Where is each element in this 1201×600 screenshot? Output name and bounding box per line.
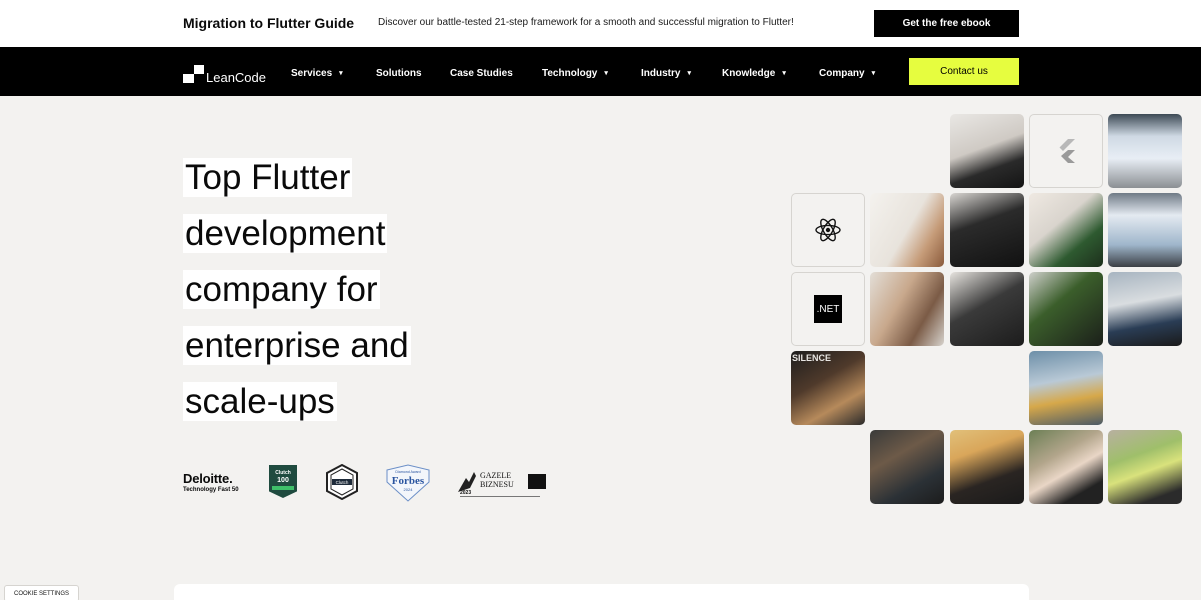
logo-text: LeanCode [206,70,266,85]
team-photo-tile [950,193,1024,267]
team-photo-tile [1108,430,1182,504]
promo-bar: Migration to Flutter Guide Discover our … [0,0,1201,47]
flutter-logo-icon [1059,139,1075,163]
react-logo-icon [815,218,841,242]
screen-photo-tile [1108,193,1182,267]
gazele-biznesu-logo: GAZELE BIZNESU 2023 [458,471,546,497]
screen-photo-tile [1108,114,1182,188]
svg-text:GAZELE: GAZELE [480,471,511,480]
nav-item-industry[interactable]: Industry ▾ [641,68,691,79]
event-photo-tile [1108,272,1182,346]
clutch-100-badge: Clutch 100 [269,465,297,498]
hero-title: Top Flutter development company for ente… [183,158,411,421]
nav-item-company[interactable]: Company ▾ [819,68,875,79]
nav-item-solutions[interactable]: Solutions [376,68,422,79]
cookie-settings-button[interactable]: COOKIE SETTINGS [4,585,79,600]
nav-item-technology[interactable]: Technology ▾ [542,68,608,79]
dotnet-tile: .NET [791,272,865,346]
team-photo-tile [950,114,1024,188]
chevron-down-icon: ▾ [604,69,608,77]
get-ebook-button[interactable]: Get the free ebook [874,10,1019,37]
team-photo-tile [870,430,944,504]
chevron-down-icon: ▾ [782,69,786,77]
nav-item-knowledge[interactable]: Knowledge ▾ [722,68,786,79]
contact-us-button[interactable]: Contact us [909,58,1019,85]
screen-photo-tile [1029,351,1103,425]
office-photo-tile [1029,193,1103,267]
promo-title[interactable]: Migration to Flutter Guide [183,15,354,31]
svg-text:2023: 2023 [460,490,471,496]
svg-text:2024: 2024 [404,487,414,492]
svg-text:Diamond Award: Diamond Award [395,470,420,474]
team-photo-tile [950,272,1024,346]
nav-item-case-studies[interactable]: Case Studies [450,68,513,79]
chevron-down-icon: ▾ [687,69,691,77]
team-photo-tile: SILENCE [791,351,865,425]
promo-text: Discover our battle-tested 21-step frame… [378,17,794,28]
team-photo-tile [950,430,1024,504]
forbes-award-icon: Diamond Award Forbes 2024 [386,464,430,502]
leancode-logo[interactable]: LeanCode [183,59,266,85]
content-card [174,584,1029,600]
svg-text:Forbes: Forbes [392,475,425,487]
svg-text:BIZNESU: BIZNESU [480,480,514,489]
nav-item-services[interactable]: Services ▾ [291,68,343,79]
office-photo-tile [1029,272,1103,346]
clutch-badge-icon: Clutch [326,464,358,500]
team-photo-tile [1029,430,1103,504]
react-tile [791,193,865,267]
logo-mark-icon [183,63,205,85]
svg-text:Clutch: Clutch [336,480,349,485]
chevron-down-icon: ▾ [871,69,876,77]
team-photo-tile [870,272,944,346]
dotnet-logo-icon: .NET [814,295,842,323]
deloitte-award-logo: Deloitte. Technology Fast 50 [183,471,239,493]
flutter-tile [1029,114,1103,188]
chevron-down-icon: ▾ [339,69,343,77]
main-nav: LeanCode Services ▾ Solutions Case Studi… [0,47,1201,96]
team-photo-tile [870,193,944,267]
